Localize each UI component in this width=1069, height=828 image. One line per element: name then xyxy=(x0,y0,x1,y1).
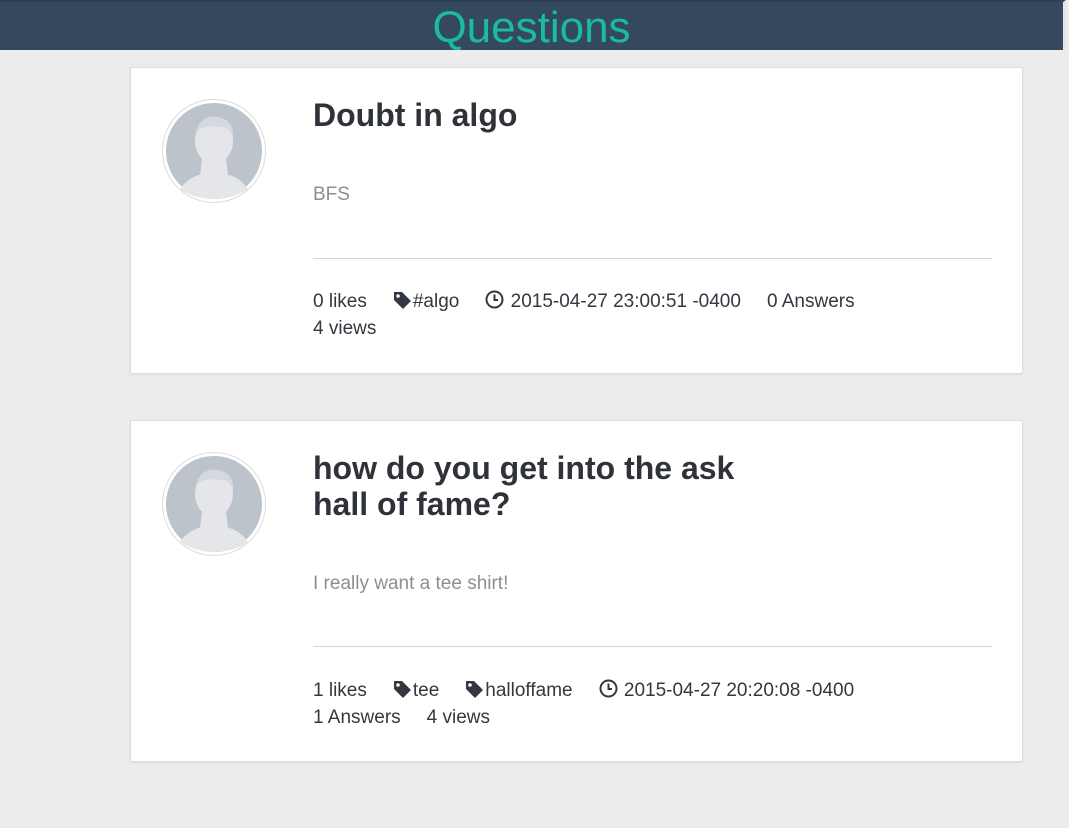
tag-icon xyxy=(465,680,484,698)
tag-label: #algo xyxy=(412,291,460,312)
answers-count[interactable]: 1 Answers xyxy=(313,704,401,731)
question-title[interactable]: how do you get into the ask hall of fame… xyxy=(313,450,783,522)
divider xyxy=(313,646,992,647)
timestamp: 2015-04-27 20:20:08 -0400 xyxy=(599,677,855,704)
answers-count[interactable]: 0 Answers xyxy=(767,288,855,315)
tag-label: halloffame xyxy=(485,680,573,701)
clock-icon xyxy=(485,290,504,309)
question-card: Doubt in algo BFS 0 likes #algo 2015-04-2… xyxy=(130,67,1023,374)
timestamp-text: 2015-04-27 20:20:08 -0400 xyxy=(623,680,855,701)
avatar[interactable] xyxy=(162,99,266,203)
tag[interactable]: halloffame xyxy=(465,677,573,704)
question-meta: 1 likes tee halloffame 2015-04-27 20:20:08… xyxy=(313,677,913,731)
tag-icon xyxy=(393,680,412,698)
question-card: how do you get into the ask hall of fame… xyxy=(130,420,1023,762)
tag[interactable]: #algo xyxy=(393,288,460,315)
timestamp-text: 2015-04-27 23:00:51 -0400 xyxy=(510,291,741,312)
default-user-avatar-icon xyxy=(166,456,262,552)
timestamp: 2015-04-27 23:00:51 -0400 xyxy=(485,288,741,315)
question-body: BFS xyxy=(313,184,350,205)
clock-icon xyxy=(599,679,618,698)
question-body: I really want a tee shirt! xyxy=(313,573,509,594)
question-title[interactable]: Doubt in algo xyxy=(313,97,783,133)
tag-icon xyxy=(393,291,412,309)
tag-label: tee xyxy=(412,680,440,701)
avatar[interactable] xyxy=(162,452,266,556)
likes-count[interactable]: 1 likes xyxy=(313,677,367,704)
tag[interactable]: tee xyxy=(393,677,439,704)
divider xyxy=(313,258,992,259)
page-header: Questions xyxy=(0,0,1066,52)
default-user-avatar-icon xyxy=(166,103,262,199)
page-title: Questions xyxy=(432,3,631,52)
question-meta: 0 likes #algo 2015-04-27 23:00:51 -0400 0 … xyxy=(313,288,913,342)
views-count: 4 views xyxy=(313,318,377,339)
views-count: 4 views xyxy=(426,707,491,728)
likes-count[interactable]: 0 likes xyxy=(313,288,367,315)
